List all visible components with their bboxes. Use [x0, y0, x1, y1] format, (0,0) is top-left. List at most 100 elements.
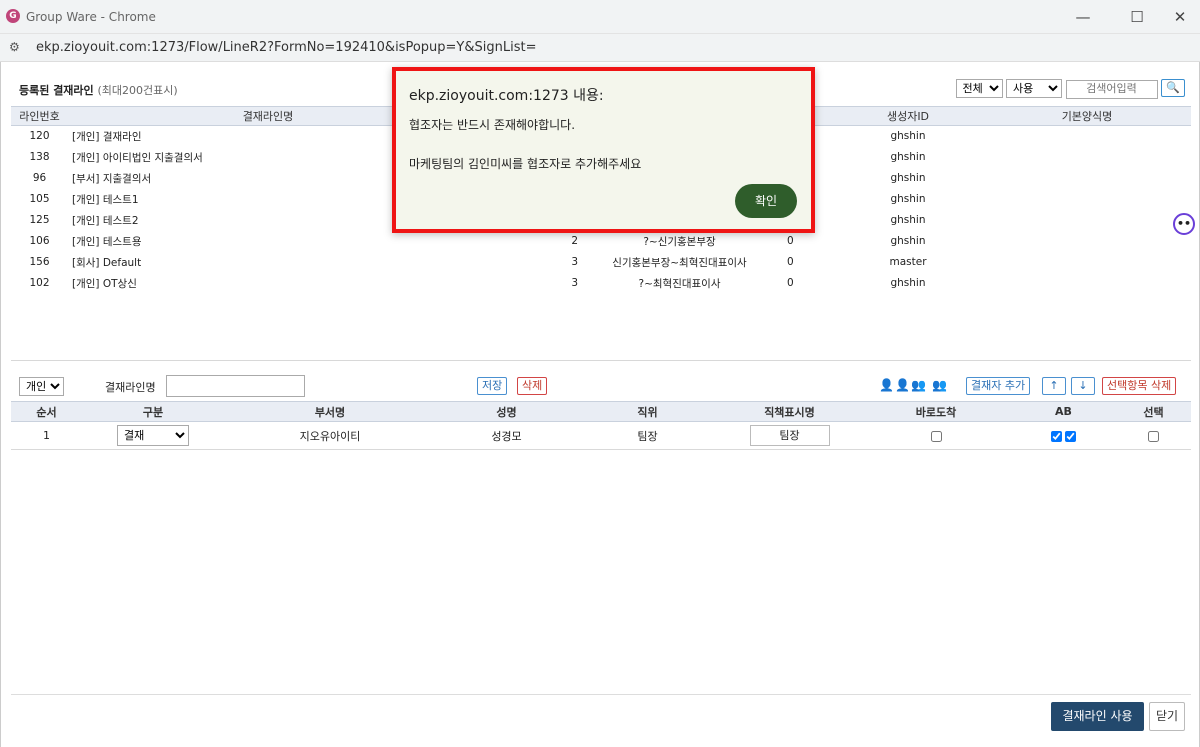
col-name: 성명 — [436, 401, 577, 422]
col-title-display: 직책표시명 — [718, 401, 861, 422]
top-filter-controls: 전체 사용 🔍 — [955, 79, 1185, 99]
search-input[interactable] — [1065, 79, 1158, 99]
line-name-cell: [개인] 테스트용 — [72, 235, 142, 248]
move-up-button[interactable]: ↑ — [1042, 377, 1066, 395]
creator-cell: master — [889, 256, 927, 268]
line-path-cell: 신기홍본부장~최혁진대표이사 — [612, 256, 747, 269]
line-no-cell: 96 — [32, 172, 47, 184]
form-cell — [983, 252, 1191, 273]
line-no-cell: 106 — [29, 235, 50, 247]
table-row[interactable]: 102 [개인] OT상신 3 ?~최혁진대표이사 0 ghshin — [11, 273, 1191, 294]
form-cell — [983, 210, 1191, 231]
address-bar: ⚙ ekp.zioyouit.com:1273/Flow/LineR2?Form… — [0, 34, 1200, 62]
registered-lines-title: 등록된 결재라인 (최대200건표시) — [19, 82, 178, 98]
approver-dept: 지오유아이티 — [224, 421, 436, 450]
b-checkbox[interactable] — [1065, 430, 1077, 442]
approver-table: 순서 구분 부서명 성명 직위 직책표시명 바로도착 AB 선택 1 결재 지오… — [11, 401, 1191, 450]
creator-cell: ghshin — [890, 214, 926, 226]
delete-selected-button[interactable]: 선택항목 삭제 — [1102, 377, 1177, 395]
creator-cell: ghshin — [890, 130, 926, 143]
app-logo-icon: G — [6, 9, 20, 23]
table-row[interactable]: 106 [개인] 테스트용 2 ?~신기홍본부장 0 ghshin — [11, 231, 1191, 252]
creator-cell: ghshin — [890, 193, 926, 205]
col-select: 선택 — [1116, 401, 1191, 422]
table-row[interactable]: 156 [회사] Default 3 신기홍본부장~최혁진대표이사 0 master — [11, 252, 1191, 273]
ab-cell — [1011, 421, 1116, 450]
section-subtitle: (최대200건표시) — [97, 84, 178, 97]
line-no-cell: 125 — [29, 214, 50, 226]
line-name-input[interactable] — [166, 375, 305, 397]
scope-filter-select[interactable]: 전체 — [955, 79, 1003, 98]
approver-type-cell: 결재 — [82, 421, 224, 450]
footer-divider — [11, 694, 1191, 695]
approver-name: 성경모 — [436, 421, 577, 450]
form-cell — [983, 189, 1191, 210]
maximize-icon[interactable]: ☐ — [1117, 4, 1157, 30]
line-count-cell: 3 — [571, 277, 578, 289]
form-cell — [983, 147, 1191, 168]
form-cell — [983, 273, 1191, 294]
form-cell — [983, 168, 1191, 189]
title-display-input[interactable]: 팀장 — [749, 425, 830, 446]
close-window-icon[interactable]: ✕ — [1160, 4, 1200, 30]
col-type: 구분 — [82, 401, 224, 422]
url-text[interactable]: ekp.zioyouit.com:1273/Flow/LineR2?FormNo… — [36, 40, 536, 55]
approver-position: 팀장 — [577, 421, 718, 450]
line-count2-cell: 0 — [787, 277, 794, 289]
approver-order: 1 — [11, 421, 82, 450]
line-path-cell: ?~최혁진대표이사 — [638, 277, 721, 290]
line-name-cell: [개인] OT상신 — [72, 277, 137, 290]
col-form[interactable]: 기본양식명 — [983, 106, 1191, 126]
a-checkbox[interactable] — [1050, 430, 1062, 442]
select-cell — [1116, 421, 1191, 450]
col-line-no[interactable]: 라인번호 — [11, 106, 68, 126]
alert-ok-button[interactable]: 확인 — [735, 184, 797, 218]
move-down-button[interactable]: ↓ — [1071, 377, 1095, 395]
col-order: 순서 — [11, 401, 82, 422]
section-title-text: 등록된 결재라인 — [19, 84, 94, 97]
close-button[interactable]: 닫기 — [1149, 702, 1185, 731]
line-no-cell: 102 — [29, 277, 50, 289]
line-count-cell: 2 — [571, 235, 578, 247]
line-no-cell: 138 — [29, 151, 50, 163]
window-title: Group Ware - Chrome — [26, 10, 156, 24]
direct-checkbox[interactable] — [930, 430, 942, 442]
creator-cell: ghshin — [890, 277, 926, 289]
approver-title-cell: 팀장 — [718, 421, 861, 450]
line-path-cell: ?~신기홍본부장 — [643, 235, 716, 248]
line-name-label: 결재라인명 — [105, 381, 156, 394]
line-no-cell: 156 — [29, 256, 50, 268]
approver-type-select[interactable]: 결재 — [117, 425, 189, 446]
window-titlebar: G Group Ware - Chrome — ☐ ✕ — [0, 0, 1200, 34]
minimize-icon[interactable]: — — [1063, 4, 1103, 30]
line-name-cell: [회사] Default — [72, 256, 142, 269]
line-scope-select[interactable]: 개인 — [19, 377, 64, 396]
direct-cell — [861, 421, 1011, 450]
col-ab: AB — [1011, 401, 1116, 422]
users-group-icon[interactable]: 👥 — [911, 378, 926, 392]
user-orange-icon[interactable]: 👤 — [895, 378, 910, 392]
col-direct: 바로도착 — [861, 401, 1011, 422]
select-checkbox[interactable] — [1148, 430, 1159, 442]
use-line-button[interactable]: 결재라인 사용 — [1051, 702, 1144, 731]
col-creator[interactable]: 생성자ID — [833, 106, 983, 126]
user-red-icon[interactable]: 👤 — [879, 378, 894, 392]
alert-dialog: ekp.zioyouit.com:1273 내용: 협조자는 반드시 존재해야합… — [392, 67, 815, 233]
alert-message-1: 협조자는 반드시 존재해야합니다. — [409, 118, 576, 132]
form-cell — [983, 126, 1191, 147]
add-approver-button[interactable]: 결재자 추가 — [966, 377, 1031, 395]
approval-line-toolbar: 개인 결재라인명 저장 삭제 👤 👤 👥 👥 결재자 추가 ↑ ↓ 선택항목 삭… — [11, 375, 1191, 397]
search-icon[interactable]: 🔍 — [1161, 79, 1185, 97]
assistant-bot-icon[interactable]: •• — [1173, 213, 1195, 235]
table-row[interactable]: 1 결재 지오유아이티 성경모 팀장 팀장 — [11, 421, 1191, 450]
delete-button[interactable]: 삭제 — [517, 377, 548, 395]
alert-message-2: 마케팅팀의 김인미씨를 협조자로 추가해주세요 — [409, 157, 642, 171]
users-group-2-icon[interactable]: 👥 — [932, 378, 947, 392]
form-cell — [983, 231, 1191, 252]
save-button[interactable]: 저장 — [477, 377, 508, 395]
line-count2-cell: 0 — [787, 235, 794, 247]
col-position: 직위 — [577, 401, 718, 422]
approver-header: 순서 구분 부서명 성명 직위 직책표시명 바로도착 AB 선택 — [11, 401, 1191, 422]
site-settings-icon[interactable]: ⚙ — [9, 40, 23, 54]
use-filter-select[interactable]: 사용 — [1006, 79, 1062, 98]
